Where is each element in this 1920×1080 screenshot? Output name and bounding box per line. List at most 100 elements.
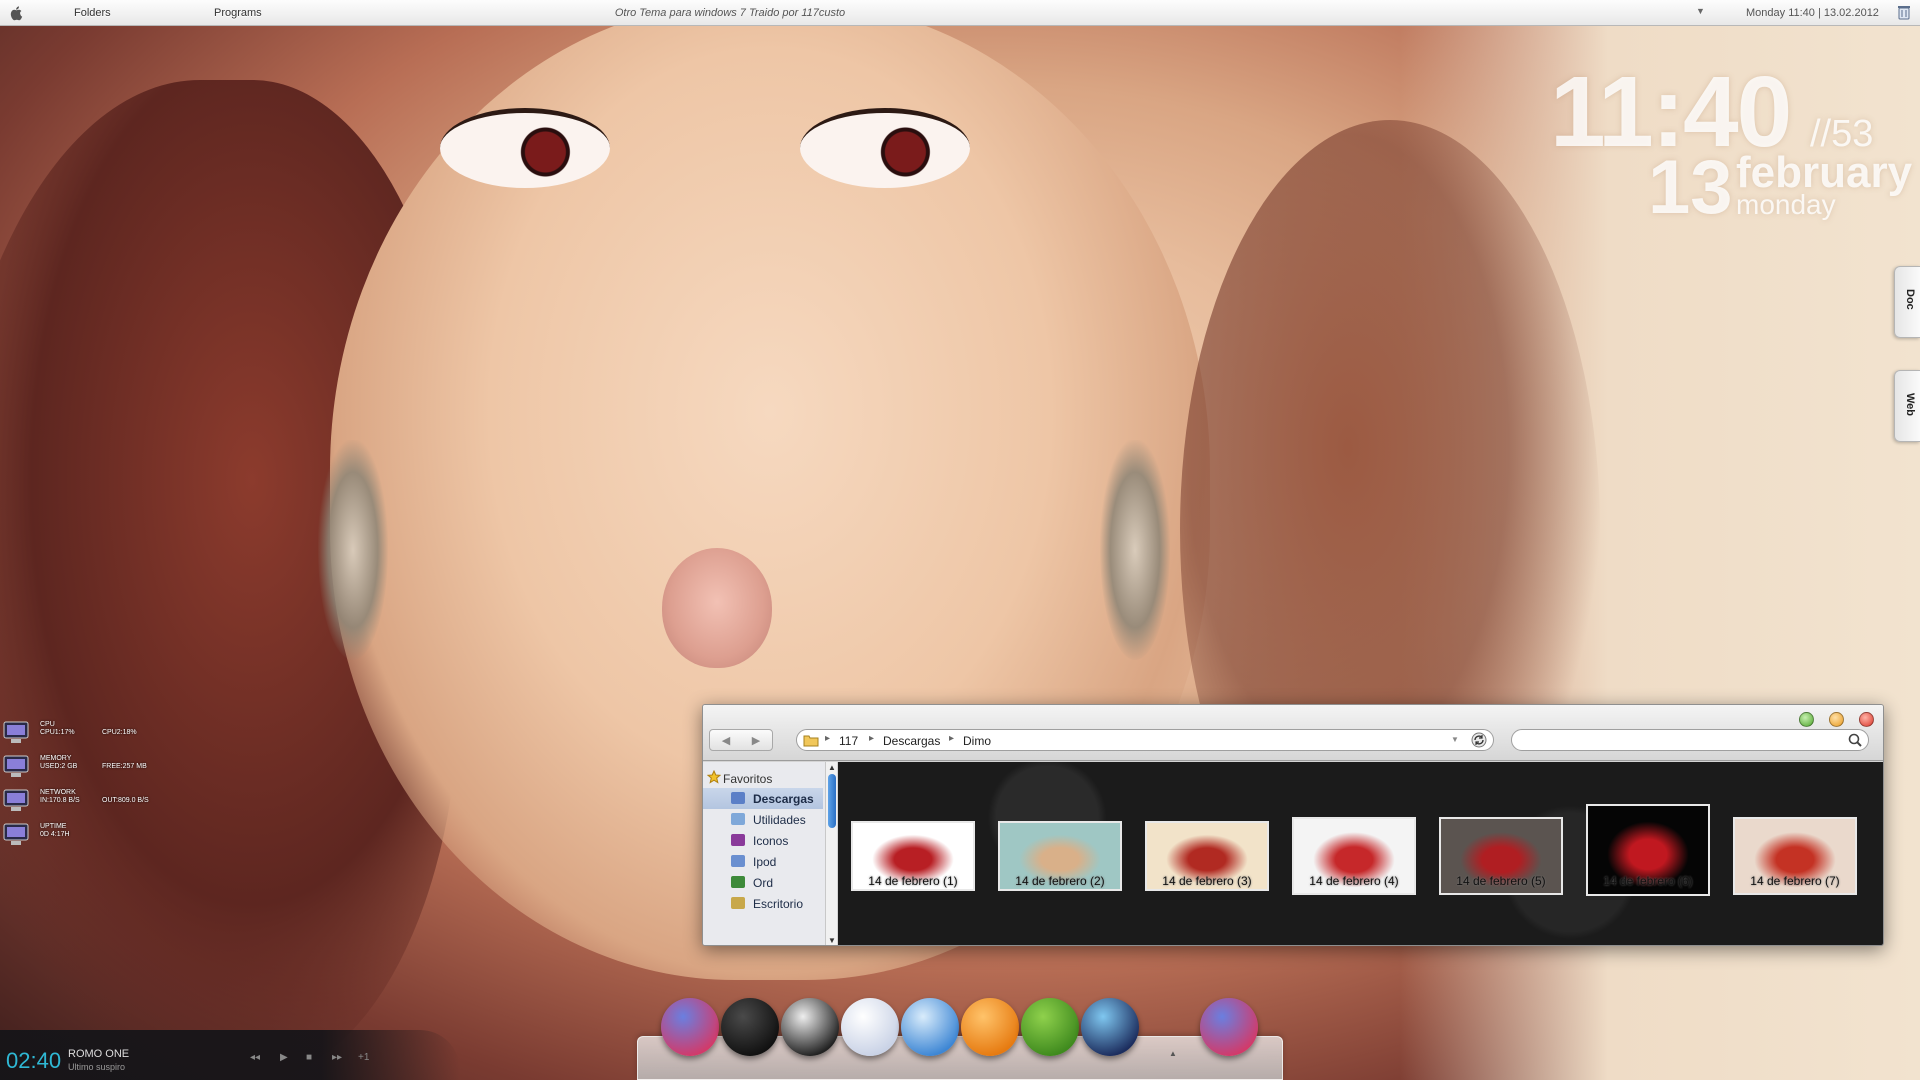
downloads-folder-icon xyxy=(731,792,745,804)
folder-icon xyxy=(803,735,819,747)
camera-lens-icon[interactable] xyxy=(721,998,779,1056)
uptime-row: UPTIME 0D 4:17H xyxy=(2,822,202,852)
explorer-titlebar[interactable]: ◀ ▶ ▸ 117 ▸ Descargas ▸ Dimo ▼ xyxy=(703,705,1883,761)
programs-menu[interactable]: Programs xyxy=(214,7,262,19)
monitor-icon xyxy=(3,823,29,845)
wallpaper-lips xyxy=(662,548,772,668)
sidebar-item-ord[interactable]: Ord xyxy=(703,872,823,893)
sidebar-scrollbar[interactable]: ▲ ▼ xyxy=(825,762,837,945)
file-caption[interactable]: 14 de febrero (3) xyxy=(1145,874,1269,888)
scrollbar-thumb[interactable] xyxy=(828,774,836,828)
file-caption[interactable]: 14 de febrero (2) xyxy=(998,874,1122,888)
doc-side-tab[interactable]: Doc xyxy=(1894,266,1920,338)
chevron-down-icon[interactable]: ▼ xyxy=(1451,735,1459,744)
desktop-folder-icon xyxy=(731,897,745,909)
nav-buttons: ◀ ▶ xyxy=(709,729,773,751)
breadcrumb-descargas[interactable]: Descargas xyxy=(883,734,940,748)
sidebar-item-descargas[interactable]: Descargas xyxy=(703,788,823,809)
bird-app-icon-2[interactable] xyxy=(1200,998,1258,1056)
maximize-button[interactable] xyxy=(1799,712,1814,727)
memory-label: MEMORY xyxy=(40,755,72,762)
memory-used: USED:2 GB xyxy=(40,763,78,770)
web-tab-label: Web xyxy=(1904,393,1916,417)
star-icon xyxy=(707,770,721,784)
file-caption[interactable]: 14 de febrero (1) xyxy=(851,874,975,888)
search-icon[interactable] xyxy=(1848,733,1862,747)
dock-expand-icon[interactable]: ▲ xyxy=(1169,1049,1177,1058)
breadcrumb-separator: ▸ xyxy=(949,733,955,744)
file-caption[interactable]: 14 de febrero (4) xyxy=(1292,874,1416,888)
web-side-tab[interactable]: Web xyxy=(1894,370,1920,442)
media-disc-icon[interactable] xyxy=(1081,998,1139,1056)
menubar-clock: Monday 11:40 | 13.02.2012 xyxy=(1746,7,1879,19)
cpu-row: CPU CPU1:17% CPU2:18% xyxy=(2,720,202,750)
file-caption[interactable]: 14 de febrero (7) xyxy=(1733,874,1857,888)
minimize-button[interactable] xyxy=(1829,712,1844,727)
network-in: IN:170.8 B/S xyxy=(40,797,80,804)
wallpaper-eye xyxy=(800,108,970,188)
network-row: NETWORK IN:170.8 B/S OUT:809.0 B/S xyxy=(2,788,202,818)
uptime-value: 0D 4:17H xyxy=(40,831,70,838)
sidebar-item-utilidades[interactable]: Utilidades xyxy=(703,809,823,830)
file-caption[interactable]: 14 de febrero (5) xyxy=(1439,874,1563,888)
icons-folder-icon xyxy=(731,834,745,846)
breadcrumb-117[interactable]: 117 xyxy=(839,734,858,748)
player-extra-button[interactable]: +1 xyxy=(358,1052,369,1063)
next-track-button[interactable]: ▸▸ xyxy=(332,1052,342,1063)
sidebar-item-label: Iconos xyxy=(753,834,789,848)
media-player-widget: 02:40 ROMO ONE Ultimo suspiro ◂◂ ▶ ■ ▸▸ … xyxy=(0,1030,460,1080)
breadcrumb-separator: ▸ xyxy=(825,733,831,744)
monitor-icon xyxy=(3,721,29,743)
close-button[interactable] xyxy=(1859,712,1874,727)
cpu-label: CPU xyxy=(40,721,55,728)
wallpaper-eye xyxy=(440,108,610,188)
cpu2-value: CPU2:18% xyxy=(102,729,137,736)
scroll-down-arrow-icon[interactable]: ▼ xyxy=(828,936,836,945)
monitor-icon xyxy=(3,755,29,777)
uptime-label: UPTIME xyxy=(40,823,67,830)
refresh-icon[interactable] xyxy=(1471,732,1487,748)
ipod-folder-icon xyxy=(731,855,745,867)
folders-menu[interactable]: Folders xyxy=(74,7,111,19)
utilities-folder-icon xyxy=(731,813,745,825)
network-label: NETWORK xyxy=(40,789,76,796)
ghost-app-icon[interactable] xyxy=(841,998,899,1056)
search-input[interactable] xyxy=(1511,729,1869,751)
memory-free: FREE:257 MB xyxy=(102,763,147,770)
stop-button[interactable]: ■ xyxy=(306,1052,312,1063)
breadcrumb-dimo[interactable]: Dimo xyxy=(963,734,991,748)
wallpaper-earring xyxy=(1100,440,1170,660)
sidebar-item-ipod[interactable]: Ipod xyxy=(703,851,823,872)
browser-globe-icon[interactable] xyxy=(901,998,959,1056)
top-menubar: Folders Programs Otro Tema para windows … xyxy=(0,0,1920,26)
bird-app-icon[interactable] xyxy=(661,998,719,1056)
apple-icon[interactable] xyxy=(10,5,24,21)
doc-tab-label: Doc xyxy=(1904,289,1916,310)
sidebar-item-label: Ipod xyxy=(753,855,777,869)
back-arrow-icon[interactable]: ◀ xyxy=(712,734,740,747)
music-player-icon[interactable] xyxy=(961,998,1019,1056)
clock-widget: 11:40 //53 13 february monday xyxy=(1540,62,1920,226)
breadcrumb-separator: ▸ xyxy=(869,733,875,744)
network-out: OUT:809.0 B/S xyxy=(102,797,149,804)
clock-day: 13 xyxy=(1648,145,1733,230)
player-song: Ultimo suspiro xyxy=(68,1062,126,1072)
monitor-icon xyxy=(3,789,29,811)
sidebar-item-label: Ord xyxy=(753,876,774,890)
file-caption[interactable]: 14 de febrero (6) xyxy=(1586,874,1710,888)
penguin-app-icon[interactable] xyxy=(781,998,839,1056)
play-button[interactable]: ▶ xyxy=(280,1052,288,1063)
player-artist: ROMO ONE xyxy=(68,1048,130,1060)
chevron-down-icon[interactable]: ▼ xyxy=(1696,6,1705,16)
trash-icon[interactable] xyxy=(1897,5,1911,20)
sidebar-item-label: Descargas xyxy=(753,792,814,806)
scroll-up-arrow-icon[interactable]: ▲ xyxy=(828,763,836,772)
sidebar-item-escritorio[interactable]: Escritorio xyxy=(703,893,823,914)
sidebar-item-iconos[interactable]: Iconos xyxy=(703,830,823,851)
dinosaur-app-icon[interactable] xyxy=(1021,998,1079,1056)
forward-arrow-icon[interactable]: ▶ xyxy=(742,734,770,747)
favorites-heading: Favoritos xyxy=(723,772,773,786)
clock-weekday: monday xyxy=(1736,189,1836,220)
address-bar[interactable]: ▸ 117 ▸ Descargas ▸ Dimo ▼ xyxy=(796,729,1494,751)
previous-track-button[interactable]: ◂◂ xyxy=(250,1052,260,1063)
